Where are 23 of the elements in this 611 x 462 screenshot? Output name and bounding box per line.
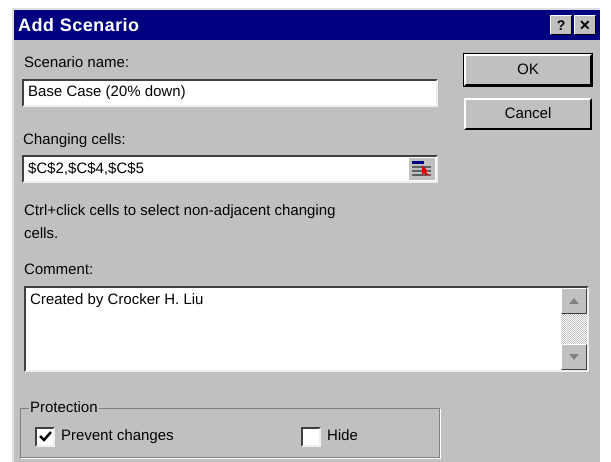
hint-text: Ctrl+click cells to select non-adjacent changing cells. bbox=[24, 201, 336, 244]
title-bar-button[interactable]: ✕ bbox=[574, 15, 596, 35]
field-label: Scenario name: bbox=[23, 53, 130, 73]
field-label: Changing cells: bbox=[22, 130, 127, 150]
window-title: Add Scenario bbox=[18, 14, 140, 36]
down-arrow-icon bbox=[569, 354, 579, 360]
changing-cells-field[interactable]: $C$2,$C$4,$C$5 bbox=[22, 155, 438, 183]
dialog-button[interactable]: Cancel bbox=[464, 98, 592, 130]
comment-field[interactable]: Created by Crocker H. Liu bbox=[24, 286, 589, 372]
field-label: Comment: bbox=[24, 260, 94, 280]
scrollbar[interactable] bbox=[561, 288, 587, 370]
checkbox-option[interactable]: Hide bbox=[301, 425, 358, 448]
checkbox[interactable] bbox=[301, 426, 321, 446]
dialog-button[interactable]: OK bbox=[464, 54, 592, 86]
scroll-up-button[interactable] bbox=[561, 288, 587, 314]
checkbox-option[interactable]: Prevent changes bbox=[35, 425, 301, 448]
scenario-name-field[interactable]: Base Case (20% down) bbox=[22, 78, 438, 106]
checkbox[interactable] bbox=[35, 426, 55, 446]
scroll-down-button[interactable] bbox=[561, 344, 587, 370]
check-icon bbox=[38, 431, 52, 442]
up-arrow-icon bbox=[569, 298, 579, 304]
title-bar-button[interactable]: ? bbox=[550, 15, 572, 35]
collapse-dialog-icon[interactable] bbox=[409, 158, 435, 180]
